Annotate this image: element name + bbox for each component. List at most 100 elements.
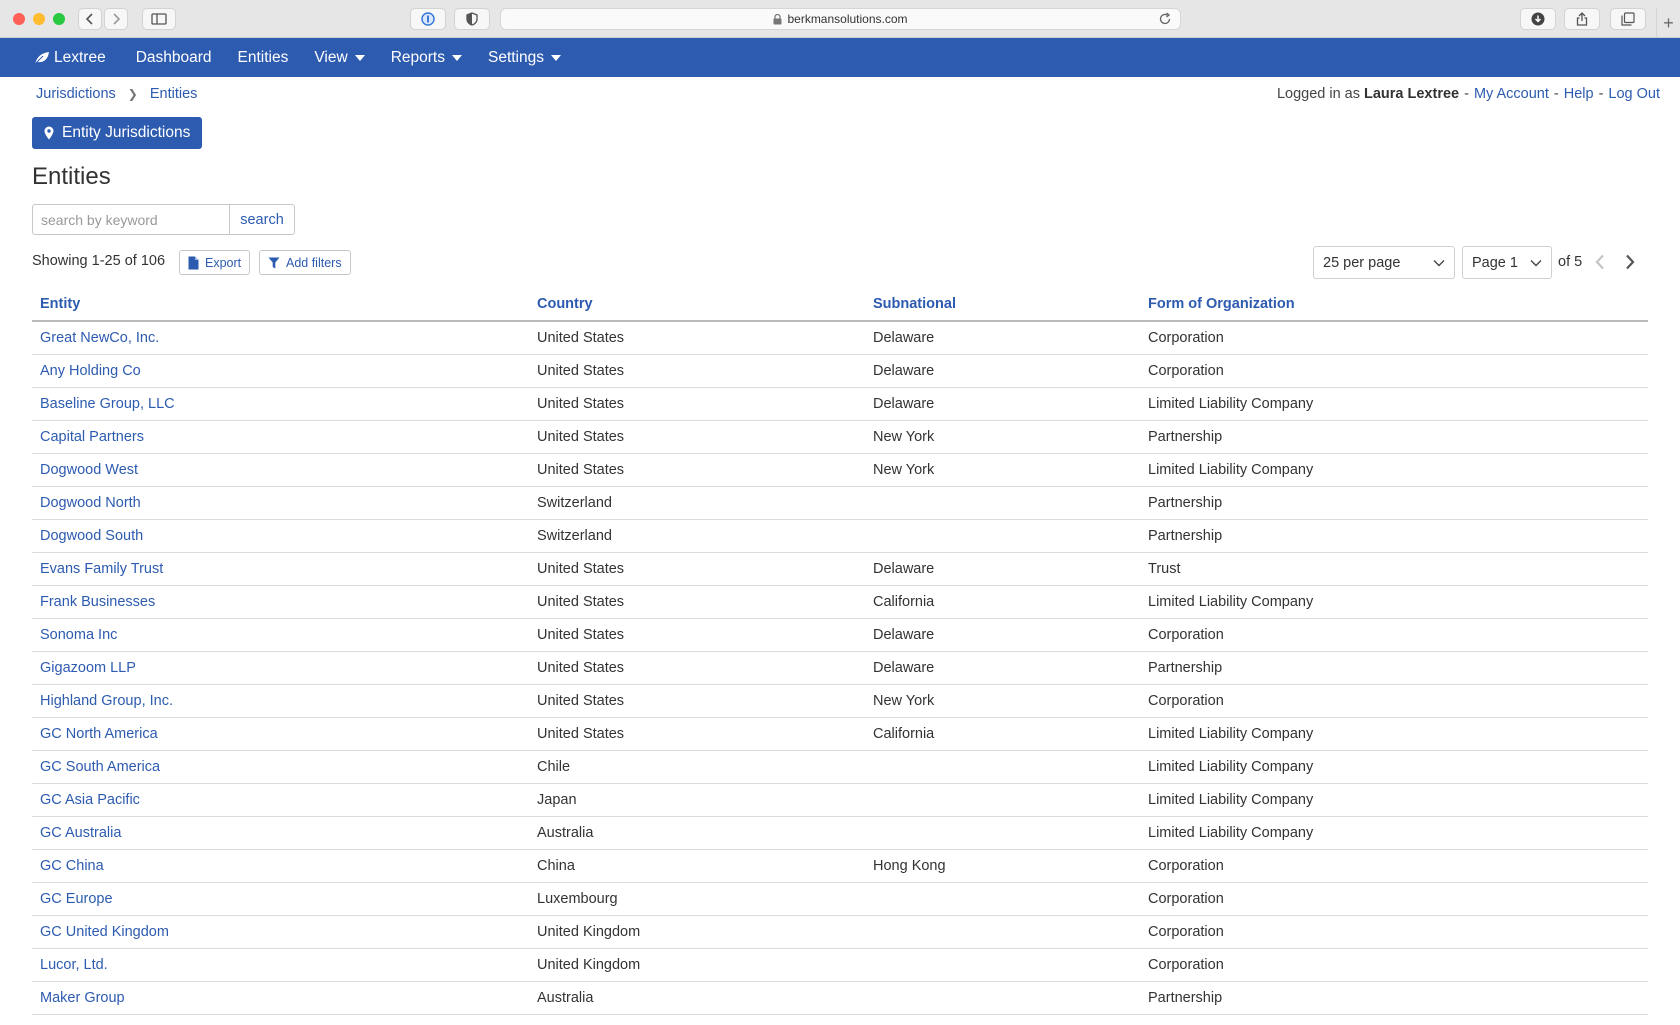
table-row[interactable]: Gigazoom LLP United States Delaware Partner… — [32, 651, 1648, 685]
my-account-link[interactable]: My Account — [1474, 86, 1549, 102]
search-form: search — [32, 204, 295, 235]
results-count: Showing 1-25 of 106 — [32, 253, 166, 269]
cell-subnational — [865, 948, 1140, 982]
table-row[interactable]: GC Asia Pacific Japan Limited Liability Co… — [32, 783, 1648, 817]
minimize-window-button[interactable] — [33, 13, 45, 25]
cell-entity[interactable]: GC South America — [32, 750, 529, 784]
cell-subnational — [865, 486, 1140, 520]
cell-entity[interactable]: Sonoma Inc — [32, 618, 529, 652]
table-row[interactable]: Dogwood South Switzerland Partnership — [32, 519, 1648, 553]
tabs-overview-button[interactable] — [1610, 8, 1646, 30]
table-row[interactable]: Maker Group Australia Partnership — [32, 981, 1648, 1015]
page-select[interactable]: Page 1 — [1462, 246, 1552, 279]
column-header-entity[interactable]: Entity — [32, 288, 529, 322]
cell-entity[interactable]: Any Holding Co — [32, 354, 529, 388]
table-row[interactable]: Any Holding Co United States Delaware Corpo… — [32, 354, 1648, 388]
nav-dashboard[interactable]: Dashboard — [136, 49, 212, 67]
nav-reports[interactable]: Reports — [391, 49, 462, 67]
brand-logo[interactable]: Lextree — [34, 49, 106, 67]
nav-view[interactable]: View — [314, 49, 365, 67]
table-row[interactable]: Dogwood North Switzerland Partnership — [32, 486, 1648, 520]
cell-entity[interactable]: GC Europe — [32, 882, 529, 916]
previous-page-button[interactable] — [1592, 252, 1608, 272]
table-row[interactable]: GC China China Hong Kong Corporation — [32, 849, 1648, 883]
address-bar[interactable]: berkmansolutions.com — [500, 8, 1181, 30]
download-icon — [1531, 12, 1545, 26]
cell-entity[interactable]: Great NewCo, Inc. — [32, 321, 529, 355]
cell-entity[interactable]: Frank Businesses — [32, 585, 529, 619]
column-header-form-of-organization[interactable]: Form of Organization — [1140, 288, 1648, 322]
table-row[interactable]: Great NewCo, Inc. United States Delaware Co… — [32, 321, 1648, 355]
search-input[interactable] — [32, 204, 229, 235]
table-row[interactable]: Dogwood West United States New York Limited… — [32, 453, 1648, 487]
cell-entity[interactable]: Dogwood South — [32, 519, 529, 553]
next-page-button[interactable] — [1622, 252, 1638, 272]
cell-entity[interactable]: Highland Group, Inc. — [32, 684, 529, 718]
cell-entity[interactable]: Capital Partners — [32, 420, 529, 454]
close-window-button[interactable] — [13, 13, 25, 25]
cell-form-of-organization: Limited Liability Company — [1140, 585, 1648, 619]
column-header-subnational[interactable]: Subnational — [865, 288, 1140, 322]
cell-subnational: Delaware — [865, 387, 1140, 421]
add-filters-button[interactable]: Add filters — [259, 250, 351, 275]
export-label: Export — [205, 255, 242, 270]
table-row[interactable]: Capital Partners United States New York Par… — [32, 420, 1648, 454]
cell-entity[interactable]: Maker Group — [32, 981, 529, 1015]
table-row[interactable]: Highland Group, Inc. United States New Yor… — [32, 684, 1648, 718]
cell-subnational: California — [865, 585, 1140, 619]
nav-settings[interactable]: Settings — [488, 49, 561, 67]
nav-entities[interactable]: Entities — [238, 49, 289, 67]
table-row[interactable]: GC North America United States California L… — [32, 717, 1648, 751]
shield-icon — [466, 12, 478, 26]
cell-entity[interactable]: GC United Kingdom — [32, 915, 529, 949]
privacy-shield-button[interactable] — [454, 8, 490, 30]
cell-entity[interactable]: GC Asia Pacific — [32, 783, 529, 817]
cell-entity[interactable]: Evans Family Trust — [32, 552, 529, 586]
cell-entity[interactable]: Lucor, Ltd. — [32, 948, 529, 982]
table-row[interactable]: Sonoma Inc United States Delaware Corporati… — [32, 618, 1648, 652]
reload-icon[interactable] — [1158, 12, 1172, 26]
column-header-country[interactable]: Country — [529, 288, 865, 322]
entity-jurisdictions-button[interactable]: Entity Jurisdictions — [32, 117, 203, 149]
chevron-down-icon — [1433, 259, 1445, 266]
filter-icon — [268, 257, 280, 268]
cell-subnational: Hong Kong — [865, 849, 1140, 883]
search-button[interactable]: search — [229, 204, 295, 235]
table-row[interactable]: Evans Family Trust United States Delaware T… — [32, 552, 1648, 586]
cell-entity[interactable]: Baseline Group, LLC — [32, 387, 529, 421]
log-out-link[interactable]: Log Out — [1608, 86, 1660, 102]
cell-entity[interactable]: Dogwood West — [32, 453, 529, 487]
breadcrumb-entities[interactable]: Entities — [150, 86, 198, 102]
cell-entity[interactable]: GC North America — [32, 717, 529, 751]
cell-country: United Kingdom — [529, 948, 865, 982]
zoom-window-button[interactable] — [53, 13, 65, 25]
new-tab-button[interactable]: + — [1656, 8, 1680, 38]
cell-country: Luxembourg — [529, 882, 865, 916]
sidebar-icon — [151, 13, 167, 25]
table-row[interactable]: GC Europe Luxembourg Corporation — [32, 882, 1648, 916]
cell-entity[interactable]: GC China — [32, 849, 529, 883]
sidebar-toggle-button[interactable] — [142, 8, 176, 30]
table-row[interactable]: GC Australia Australia Limited Liability C… — [32, 816, 1648, 850]
cell-entity[interactable]: Gigazoom LLP — [32, 651, 529, 685]
nav-dashboard-label: Dashboard — [135, 48, 212, 66]
chevron-right-icon — [113, 13, 121, 25]
password-manager-button[interactable] — [410, 8, 446, 30]
export-button[interactable]: Export — [179, 250, 251, 275]
table-row[interactable]: Lucor, Ltd. United Kingdom Corporation — [32, 948, 1648, 982]
cell-entity[interactable]: Dogwood North — [32, 486, 529, 520]
table-row[interactable]: Baseline Group, LLC United States Delaware… — [32, 387, 1648, 421]
downloads-button[interactable] — [1520, 8, 1556, 30]
table-row[interactable]: GC South America Chile Limited Liability C… — [32, 750, 1648, 784]
cell-form-of-organization: Corporation — [1140, 354, 1648, 388]
forward-button[interactable] — [104, 8, 128, 30]
breadcrumb-jurisdictions[interactable]: Jurisdictions — [36, 86, 116, 102]
table-row[interactable]: GC United Kingdom United Kingdom Corporati… — [32, 915, 1648, 949]
back-button[interactable] — [78, 8, 102, 30]
share-button[interactable] — [1564, 8, 1600, 30]
cell-form-of-organization: Corporation — [1140, 882, 1648, 916]
per-page-select[interactable]: 25 per page — [1313, 246, 1455, 279]
table-row[interactable]: Frank Businesses United States California L… — [32, 585, 1648, 619]
help-link[interactable]: Help — [1564, 86, 1594, 102]
cell-entity[interactable]: GC Australia — [32, 816, 529, 850]
